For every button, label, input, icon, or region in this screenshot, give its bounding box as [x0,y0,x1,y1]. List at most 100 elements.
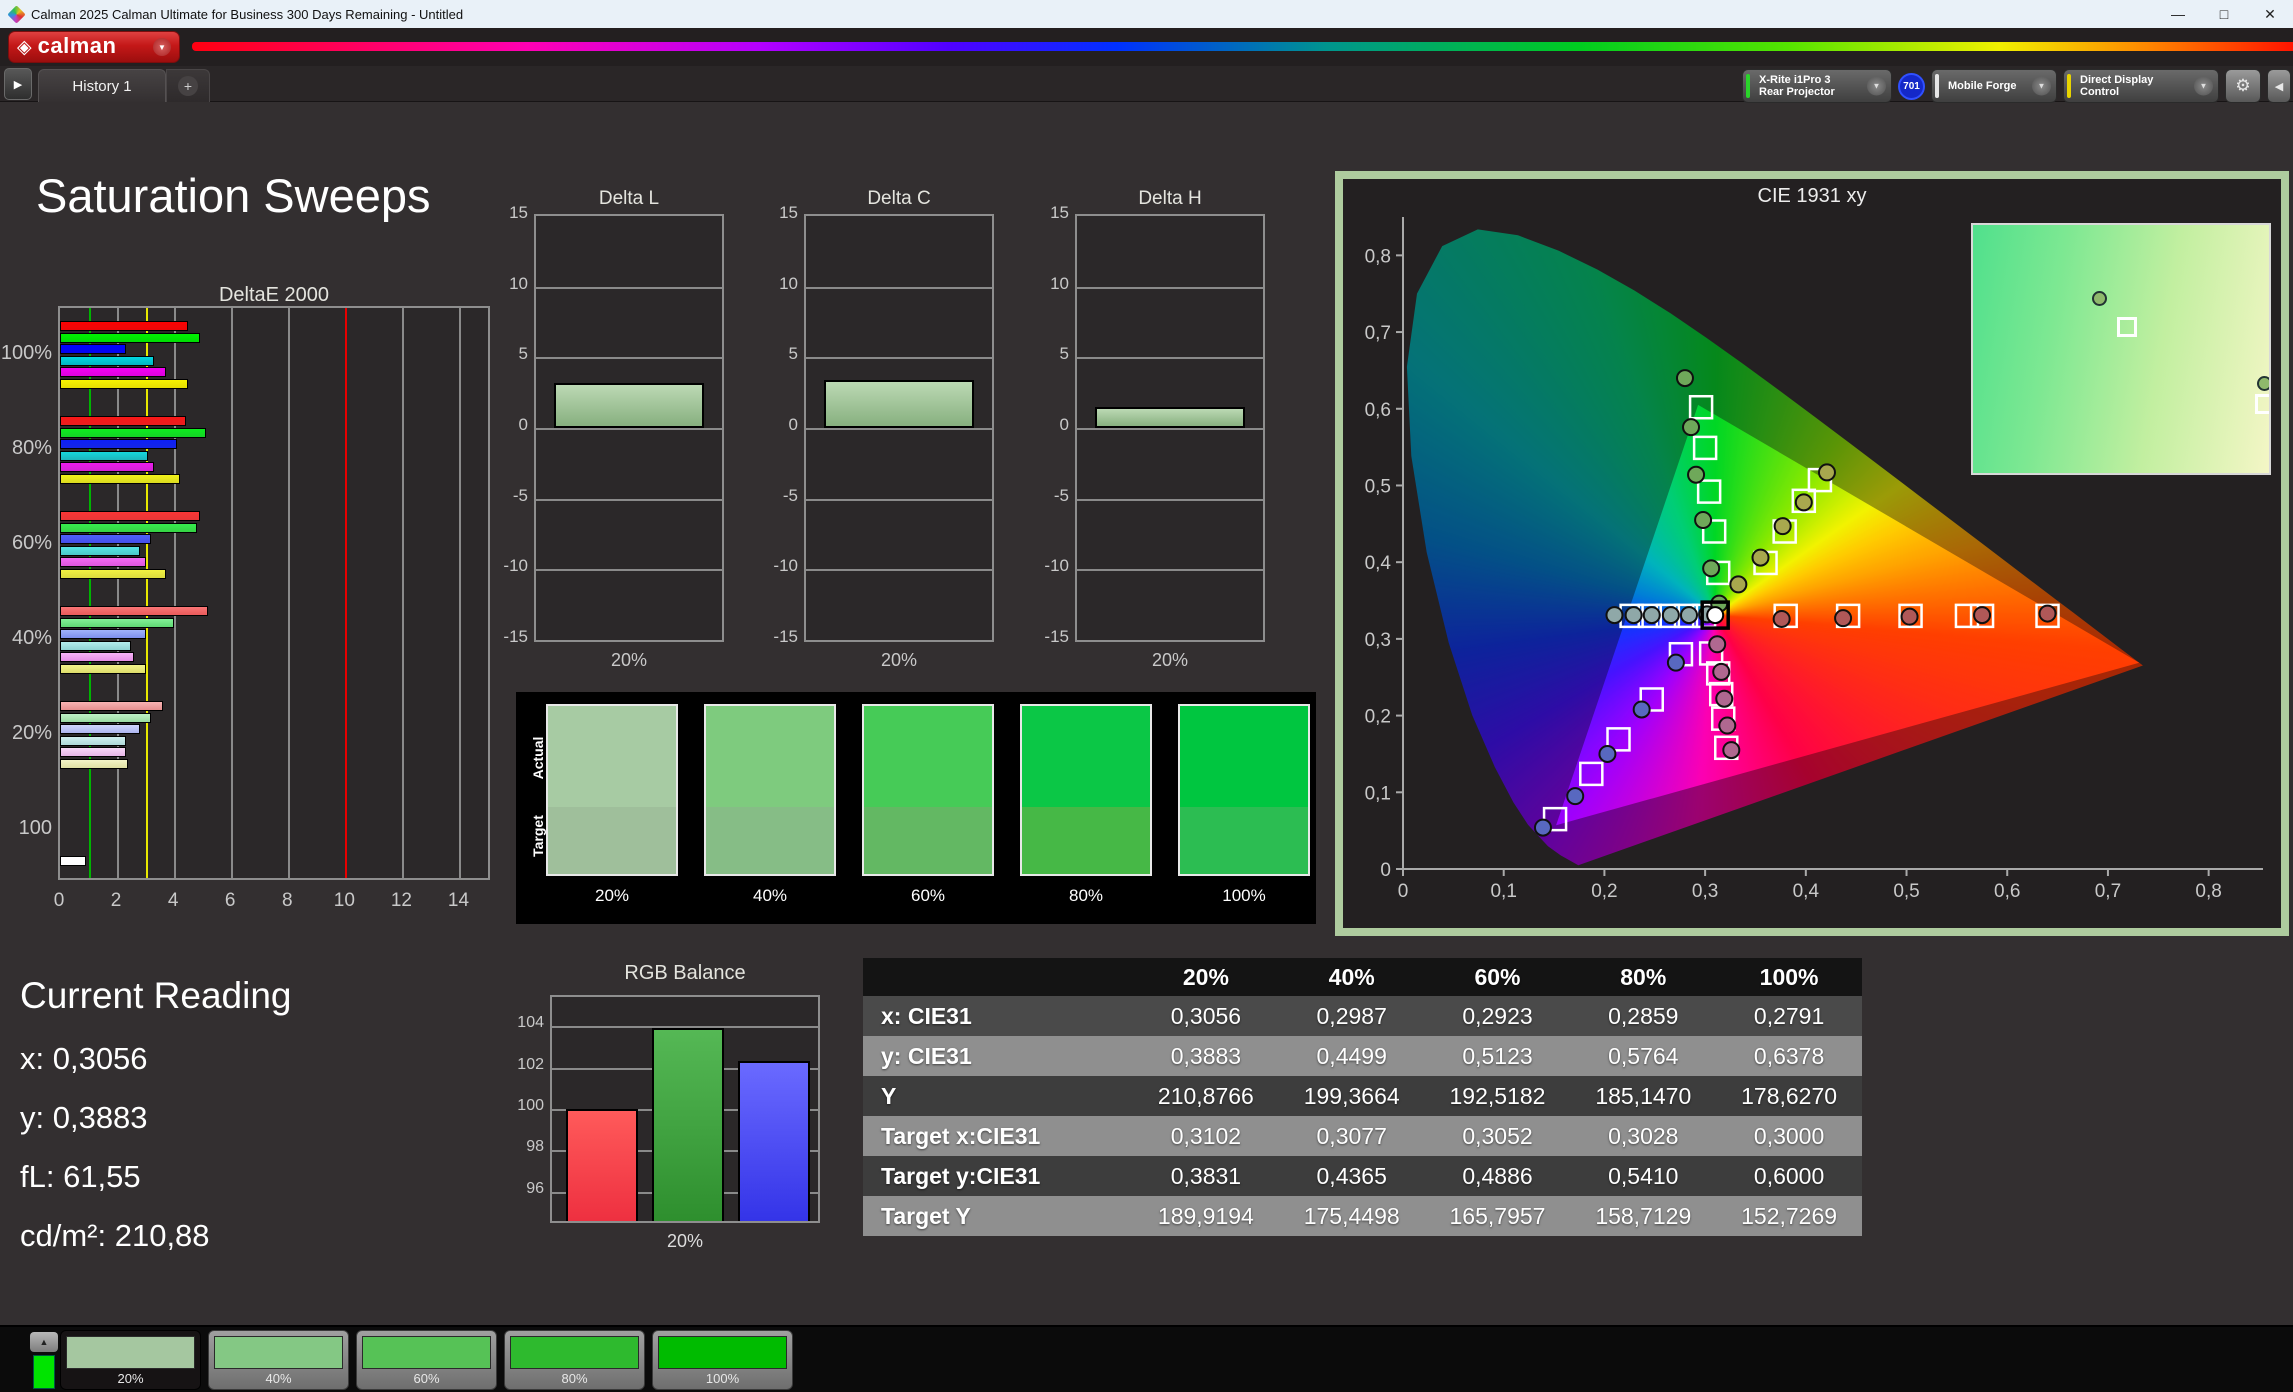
deltae-bar-80%-magenta [60,462,155,473]
deltae-gridline [402,308,405,878]
meter-count-badge[interactable]: 701 [1898,72,1925,100]
deltae-bar-40%-red [60,606,209,616]
table-header-row: 20% 40% 60% 80% 100% [863,958,1862,996]
settings-gear-button[interactable]: ⚙ [2225,69,2261,103]
cie-y-tick-label: 0,8 [1365,246,1391,267]
rgb-y-tick: 98 [526,1138,544,1156]
cie-measured-green [1702,559,1721,578]
table-row: Y 210,8766 199,3664 192,5182 185,1470 178,627… [863,1076,1862,1116]
delta-y-tick: -10 [503,556,528,576]
pattern-up-button[interactable]: ▲ [30,1332,58,1352]
deltae-bar-20%-yellow [60,759,129,769]
delta-gridline [806,428,992,430]
source-status-stripe [1935,74,1939,98]
cie-x-tick-label: 0,3 [1692,881,1718,902]
table-cell: 0,3028 [1608,1122,1679,1149]
current-pattern-swatch[interactable] [33,1355,55,1389]
table-cell: 0,3000 [1753,1122,1825,1149]
cie-y-tick-label: 0,2 [1365,707,1391,728]
deltae-bar-20%-red [60,701,163,711]
cie-y-tick-label: 0,5 [1365,476,1391,497]
pattern-button-80%[interactable]: 80% [504,1330,645,1390]
pattern-button-60%[interactable]: 60% [356,1330,497,1390]
delta-y-tick: -10 [1044,556,1069,576]
rgb-y-tick: 96 [526,1179,544,1197]
deltae-group-label: 60% [11,531,52,554]
table-cell: 185,1470 [1595,1082,1692,1109]
delta-chart-title: Delta H [1138,188,1202,209]
table-cell: 0,3102 [1170,1122,1242,1149]
calman-menu-button[interactable]: ◈ calman ▼ [8,31,180,63]
minimize-button[interactable]: — [2155,0,2201,28]
delta-y-tick: -10 [773,556,798,576]
tab-history-1[interactable]: History 1 [38,69,166,102]
table-cell: 0,2923 [1462,1002,1533,1029]
table-row-label: y: CIE31 [881,1042,972,1069]
meter-status-stripe [1746,74,1750,98]
close-button[interactable]: ✕ [2247,0,2293,28]
swatch-column-100% [1178,704,1310,876]
deltae-bar-60%-cyan [60,545,140,556]
table-cell: 199,3664 [1303,1082,1400,1109]
table-cell: 178,6270 [1741,1082,1838,1109]
pattern-label: 20% [117,1371,144,1386]
swatch-column-60% [862,704,994,876]
cie-measured-red [1834,609,1853,628]
actual-swatch-80% [1022,706,1150,807]
deltae-bar-20%-magenta [60,747,126,758]
pattern-label: 100% [705,1371,740,1386]
add-tab-button[interactable]: + [166,69,210,102]
chevron-down-icon: ▼ [2032,76,2051,96]
cie-zoom-inset [1971,223,2271,475]
cie-measured-magenta [1718,716,1737,735]
delta-x-label: 20% [1151,650,1189,670]
delta-y-tick: -5 [782,485,798,505]
current-reading-title: Current Reading [20,975,292,1016]
delta-gridline [1077,569,1263,572]
reading-y: y: 0,3883 [20,1100,148,1135]
swatch-label: 60% [910,886,946,905]
meter-dropdown[interactable]: X-Rite i1Pro 3 Rear Projector ▼ [1742,69,1892,103]
cie-measured-magenta [1715,689,1734,708]
delta-gridline [536,569,722,572]
cie-measured-red [1973,606,1992,625]
deltae-bar-100%-yellow [60,379,189,389]
delta-y-tick: 5 [1059,344,1069,364]
maximize-button[interactable]: □ [2201,0,2247,28]
actual-target-swatch-panel: Actual Target 20% 40% 60% 80% 100% [516,692,1316,924]
target-swatch-40% [706,807,834,874]
rgb-y-tick: 100 [517,1097,544,1114]
rgb-y-tick: 104 [517,1014,544,1032]
reading-cdm2: cd/m²: 210,88 [20,1218,210,1253]
delta-gridline [536,286,722,289]
pattern-button-20%[interactable]: 20% [60,1330,201,1390]
delta-gridline [806,357,992,360]
target-swatch-20% [548,807,676,874]
table-cell: 165,7957 [1449,1202,1546,1229]
tab-scroll-button[interactable]: ▶ [4,68,32,100]
pattern-button-40%[interactable]: 40% [208,1330,349,1390]
table-cell: 175,4498 [1303,1202,1400,1229]
cie-measured-cyan [1680,606,1699,625]
deltae-bar-20%-green [60,712,152,723]
deltae-group-label: 20% [11,721,52,744]
deltae-bar-60%-magenta [60,557,146,568]
source-dropdown[interactable]: Mobile Forge ▼ [1931,69,2057,103]
deltae-bar-40%-cyan [60,640,132,651]
pattern-label: 40% [265,1371,292,1386]
swatch-label: 20% [594,886,630,905]
table-row: x: CIE31 0,3056 0,2987 0,2923 0,2859 0,2791 [863,996,1862,1036]
pattern-button-100%[interactable]: 100% [652,1330,793,1390]
cie-x-tick-label: 0,7 [2095,881,2121,902]
deltae-group-label: 40% [11,626,52,649]
display-control-dropdown[interactable]: Direct Display Control ▼ [2063,69,2219,103]
deltae-x-tick: 8 [281,890,293,911]
current-reading-block: Current Reading x: 0,3056 y: 0,3883 fL: … [20,975,291,1277]
table-cell: 189,9194 [1157,1202,1254,1229]
delta-gridline [1077,428,1263,430]
table-row: Target x:CIE31 0,3102 0,3077 0,3052 0,3028 0,… [863,1116,1862,1156]
delta-y-tick: -15 [1044,627,1069,646]
table-cell: 192,5182 [1449,1082,1546,1109]
collapse-panel-button[interactable]: ◀ [2267,69,2291,103]
rgb-bar-blue [738,1061,810,1221]
